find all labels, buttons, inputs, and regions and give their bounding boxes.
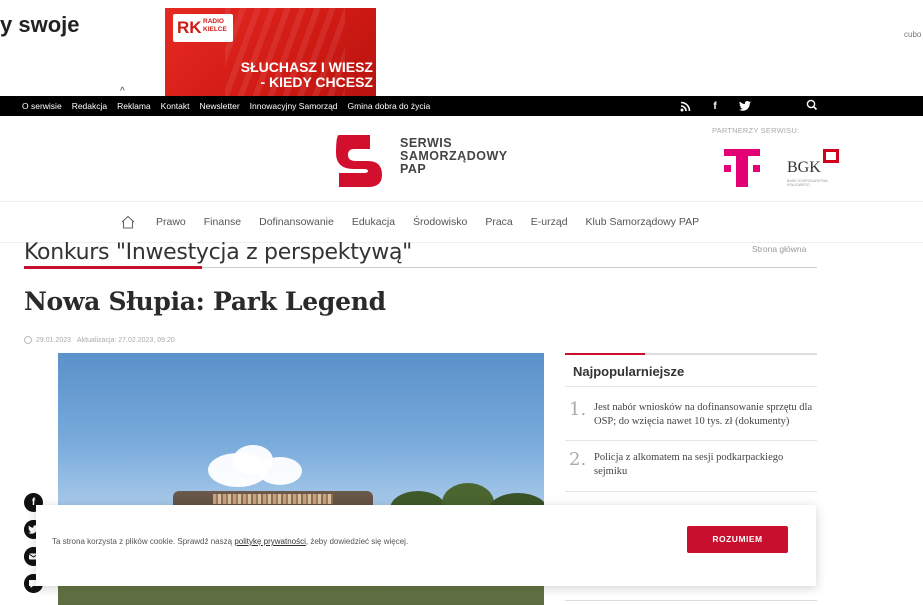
category-navigation: Prawo Finanse Dofinansowanie Edukacja Śr… — [0, 201, 923, 243]
top-nav-links: O serwisie Redakcja Reklama Kontakt News… — [22, 96, 440, 116]
search-icon[interactable] — [806, 99, 818, 111]
social-icons-top: f — [680, 96, 769, 116]
category-praca[interactable]: Praca — [485, 216, 512, 228]
twitter-icon[interactable] — [739, 101, 751, 111]
section-divider-accent — [24, 266, 202, 269]
logo-line-pap: PAP — [400, 162, 427, 176]
rk-logo-text: RK — [177, 18, 202, 37]
topnav-link-redakcja[interactable]: Redakcja — [72, 101, 107, 111]
topnav-link-gmina-dobra[interactable]: Gmina dobra do życia — [348, 101, 431, 111]
ad-partial-text: y swoje — [0, 12, 80, 37]
partners-label: PARTNERZY SERWISU: — [712, 126, 800, 135]
article-updated: Aktualizacja: 27.02.2023, 09:20 — [77, 336, 175, 344]
radio-kielce-ad-banner[interactable]: RK RADIO KIELCE SŁUCHASZ I WIESZ - KIEDY… — [165, 8, 376, 96]
popular-item-link[interactable]: Policja z alkomatem na sesji podkarpacki… — [594, 451, 814, 479]
cookie-message: Ta strona korzysta z plików cookie. Spra… — [52, 537, 408, 546]
sidebar-bottom-divider — [565, 600, 817, 601]
rk-brand-name: RADIO KIELCE — [203, 18, 227, 33]
bgk-square-icon — [823, 149, 839, 163]
popular-heading: Najpopularniejsze — [573, 364, 685, 379]
breadcrumb-home-link[interactable]: Strona główna — [752, 244, 806, 254]
facebook-icon[interactable]: f — [709, 101, 721, 112]
topnav-link-newsletter[interactable]: Newsletter — [200, 101, 240, 111]
popular-item-link[interactable]: Jest nabór wniosków na dofinansowanie sp… — [594, 401, 814, 429]
bgk-logo-text: BGK — [787, 159, 821, 176]
popular-item-number: 1. — [569, 399, 587, 420]
category-nav-items: Prawo Finanse Dofinansowanie Edukacja Śr… — [120, 215, 717, 229]
category-e-urzad[interactable]: E-urząd — [531, 216, 568, 228]
popular-item-number: 2. — [569, 449, 587, 470]
bgk-logo[interactable]: BGK BANK GOSPODARSTWA KRAJOWEGO — [785, 147, 845, 187]
accept-cookies-button[interactable]: ROZUMIEM — [687, 526, 788, 553]
article-title: Nowa Słupia: Park Legend — [24, 287, 386, 316]
article-date: 29.01.2023 — [36, 336, 72, 344]
rss-icon[interactable] — [680, 101, 691, 112]
category-finanse[interactable]: Finanse — [204, 216, 241, 228]
topnav-link-kontakt[interactable]: Kontakt — [161, 101, 190, 111]
popular-top-bar-accent — [565, 353, 645, 355]
hero-cloud — [258, 457, 302, 485]
site-logo-text[interactable]: SERWIS SAMORZĄDOWY PAP — [400, 137, 508, 176]
top-navigation-bar: O serwisie Redakcja Reklama Kontakt News… — [0, 96, 923, 116]
pap-logo-icon[interactable] — [334, 131, 386, 189]
popular-separator — [565, 440, 817, 441]
cookie-consent-bar: Ta strona korzysta z plików cookie. Spra… — [36, 505, 816, 586]
category-klub-samorzadowy[interactable]: Klub Samorządowy PAP — [586, 216, 700, 228]
privacy-policy-link[interactable]: politykę prywatności — [234, 537, 306, 546]
category-prawo[interactable]: Prawo — [156, 216, 186, 228]
article-meta: 29.01.2023 Aktualizacja: 27.02.2023, 09:… — [24, 336, 175, 344]
ad-right-text: cubo — [904, 30, 922, 39]
category-edukacja[interactable]: Edukacja — [352, 216, 395, 228]
home-icon[interactable] — [120, 215, 136, 229]
cookie-message-tail: , żeby dowiedzieć się więcej. — [305, 537, 409, 546]
topnav-link-o-serwisie[interactable]: O serwisie — [22, 101, 62, 111]
section-title: Konkurs "Inwestycja z perspektywą" — [24, 240, 412, 265]
ad-slogan-line2: - KIEDY CHCESZ — [260, 74, 373, 90]
t-mobile-logo[interactable] — [722, 145, 762, 189]
ad-slogan: SŁUCHASZ I WIESZ - KIEDY CHCESZ — [227, 60, 373, 90]
building-facade — [213, 494, 333, 504]
cookie-message-text: Ta strona korzysta z plików cookie. Spra… — [52, 537, 235, 546]
category-dofinansowanie[interactable]: Dofinansowanie — [259, 216, 334, 228]
topnav-link-innowacyjny-samorzad[interactable]: Innowacyjny Samorząd — [250, 101, 338, 111]
popular-separator — [565, 491, 817, 492]
ad-slogan-line1: SŁUCHASZ I WIESZ — [240, 59, 373, 75]
radio-kielce-logo: RK RADIO KIELCE — [173, 14, 233, 42]
category-srodowisko[interactable]: Środowisko — [413, 216, 467, 228]
bgk-subtitle: BANK GOSPODARSTWA KRAJOWEGO — [787, 179, 828, 187]
topnav-link-reklama[interactable]: Reklama — [117, 101, 151, 111]
clock-icon — [24, 336, 32, 344]
popular-divider — [565, 386, 817, 387]
